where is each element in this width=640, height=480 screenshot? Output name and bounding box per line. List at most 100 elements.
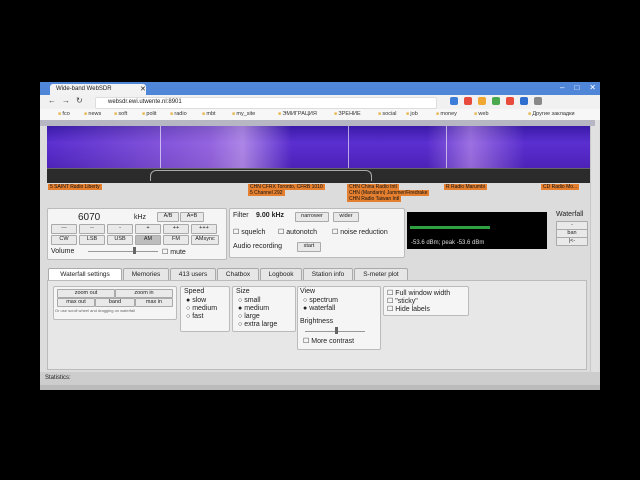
- extension-icon[interactable]: [478, 97, 486, 105]
- step-button[interactable]: +++: [191, 224, 217, 234]
- frequency-input[interactable]: 6070: [78, 212, 100, 223]
- volume-slider-handle[interactable]: [133, 247, 136, 254]
- extension-icon[interactable]: [520, 97, 528, 105]
- window-controls: – □ ✕: [500, 83, 596, 93]
- step-button[interactable]: ++: [163, 224, 189, 234]
- squelch-checkbox[interactable]: squelch: [233, 228, 265, 236]
- waterfall-marker: [348, 126, 349, 168]
- bookmark[interactable]: polit: [142, 111, 156, 117]
- zoom-hint: Or use scroll wheel and dragging on wate…: [55, 308, 136, 313]
- waterfall-display[interactable]: [47, 126, 590, 168]
- speed-medium-radio[interactable]: medium: [186, 305, 217, 312]
- waterfall-marker: [160, 126, 161, 168]
- address-bar[interactable]: websdr.ewi.utwente.nl:8901: [95, 97, 437, 109]
- bookmark[interactable]: mbt: [202, 111, 215, 117]
- a-equals-b-button[interactable]: A=B: [180, 212, 204, 222]
- more-contrast-checkbox[interactable]: More contrast: [303, 337, 354, 345]
- zoom-in-button[interactable]: zoom in: [115, 289, 173, 298]
- extension-icon[interactable]: [464, 97, 472, 105]
- back-icon[interactable]: ←: [48, 96, 56, 105]
- max-in-button[interactable]: max in: [135, 298, 173, 307]
- extension-icon[interactable]: [506, 97, 514, 105]
- bookmark[interactable]: radio: [170, 111, 186, 117]
- statistics-content: [40, 385, 600, 390]
- noise-reduction-checkbox[interactable]: noise reduction: [332, 228, 387, 236]
- reload-icon[interactable]: ↻: [76, 96, 83, 105]
- station-label[interactable]: 5 Channel 292: [248, 190, 285, 196]
- sticky-checkbox[interactable]: "sticky": [387, 297, 417, 305]
- volume-slider[interactable]: [88, 251, 158, 252]
- s-meter-bar: [410, 226, 490, 229]
- bookmark[interactable]: job: [406, 111, 417, 117]
- wider-button[interactable]: wider: [333, 212, 359, 222]
- band-button[interactable]: band: [95, 298, 135, 307]
- minimize-icon[interactable]: –: [560, 83, 564, 93]
- station-label[interactable]: 5 SAINT Radio Liberty: [48, 184, 102, 190]
- autonotch-checkbox[interactable]: autonotch: [278, 228, 317, 236]
- view-spectrum-radio[interactable]: spectrum: [303, 297, 338, 304]
- url-text: websdr.ewi.utwente.nl:8901: [108, 99, 182, 105]
- narrower-button[interactable]: narrower: [295, 212, 329, 222]
- station-label[interactable]: R Radio Marumbi: [444, 184, 487, 190]
- bookmark[interactable]: fco: [58, 111, 69, 117]
- full-window-checkbox[interactable]: Full window width: [387, 289, 450, 297]
- bookmark[interactable]: ЗРЕНИЕ: [334, 111, 360, 117]
- bookmark[interactable]: soft: [114, 111, 127, 117]
- hide-labels-checkbox[interactable]: Hide labels: [387, 305, 430, 313]
- start-recording-button[interactable]: start: [297, 242, 321, 252]
- filter-bandwidth: 9.00 kHz: [256, 212, 285, 219]
- mode-lsb-button[interactable]: LSB: [79, 235, 105, 245]
- view-waterfall-radio[interactable]: waterfall: [303, 305, 335, 312]
- zoom-out-button[interactable]: zoom out: [57, 289, 115, 298]
- waterfall-left-button[interactable]: |<-: [556, 237, 588, 246]
- bookmark[interactable]: news: [84, 111, 101, 117]
- step-button[interactable]: -: [107, 224, 133, 234]
- size-large-radio[interactable]: large: [238, 313, 260, 320]
- audio-recording-label: Audio recording: [233, 243, 283, 250]
- mode-fm-button[interactable]: FM: [163, 235, 189, 245]
- speed-title: Speed: [184, 288, 205, 295]
- page-scrollbar[interactable]: [590, 120, 599, 386]
- mode-amsync-button[interactable]: AMsync: [191, 235, 219, 245]
- bookmark[interactable]: money: [436, 111, 457, 117]
- extension-icon[interactable]: [492, 97, 500, 105]
- size-small-radio[interactable]: small: [238, 297, 260, 304]
- statistics-label: Statistics:: [45, 375, 71, 381]
- station-label[interactable]: CD Radio Mo...: [541, 184, 580, 190]
- max-out-button[interactable]: max out: [57, 298, 95, 307]
- brightness-title: Brightness: [300, 318, 334, 325]
- bookmark[interactable]: web: [474, 111, 488, 117]
- browser-tab[interactable]: Wide-band WebSDR: [50, 84, 146, 95]
- filter-label: Filter: [233, 212, 249, 219]
- frequency-unit: kHz: [134, 214, 147, 221]
- bookmark[interactable]: social: [378, 111, 396, 117]
- s-meter-reading: -53.6 dBm; peak -53.6 dBm: [411, 240, 485, 246]
- bookmark[interactable]: ЭМИГРАЦИЯ: [278, 111, 316, 117]
- brightness-slider-handle[interactable]: [335, 327, 338, 334]
- mode-cw-button[interactable]: CW: [51, 235, 77, 245]
- speed-slow-radio[interactable]: slow: [186, 297, 206, 304]
- close-tab-icon[interactable]: ✕: [140, 85, 146, 93]
- mode-am-button[interactable]: AM: [135, 235, 161, 245]
- passband-indicator[interactable]: [150, 170, 372, 181]
- forward-icon[interactable]: →: [62, 96, 70, 105]
- step-button[interactable]: --: [79, 224, 105, 234]
- bookmark[interactable]: my_site: [232, 111, 255, 117]
- ab-button[interactable]: A/B: [157, 212, 179, 222]
- bookmark[interactable]: Другие закладки: [528, 111, 574, 117]
- close-window-icon[interactable]: ✕: [589, 83, 596, 93]
- mode-usb-button[interactable]: USB: [107, 235, 133, 245]
- view-title: View: [300, 288, 316, 295]
- extension-icon[interactable]: [450, 97, 458, 105]
- volume-label: Volume: [51, 248, 75, 255]
- step-button[interactable]: +: [135, 224, 161, 234]
- mute-checkbox[interactable]: mute: [162, 248, 186, 256]
- extension-icons: [450, 97, 542, 105]
- maximize-icon[interactable]: □: [574, 83, 579, 93]
- menu-icon[interactable]: [534, 97, 542, 105]
- size-extra-large-radio[interactable]: extra large: [238, 321, 277, 328]
- speed-fast-radio[interactable]: fast: [186, 313, 203, 320]
- station-label[interactable]: CHN Radio Taiwan Intl: [347, 196, 402, 202]
- size-medium-radio[interactable]: medium: [238, 305, 269, 312]
- step-button[interactable]: ---: [51, 224, 77, 234]
